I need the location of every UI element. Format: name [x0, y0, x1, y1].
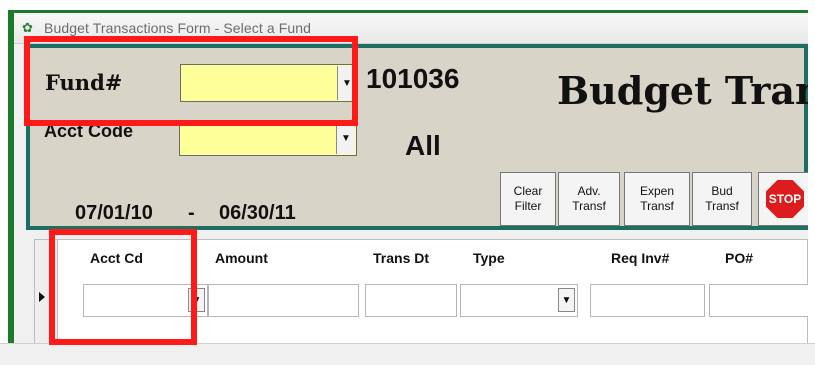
- bud-transfer-button[interactable]: Bud Transf: [692, 172, 752, 226]
- stop-button[interactable]: STOP: [758, 172, 808, 226]
- po-cell[interactable]: [709, 284, 808, 317]
- type-cell[interactable]: ▼: [460, 284, 578, 317]
- col-amount: Amount: [215, 250, 268, 266]
- fund-number: 101036: [366, 63, 460, 94]
- current-row-indicator: [39, 292, 45, 302]
- acct-filter-all: All: [405, 130, 441, 161]
- expen-transfer-label: Expen Transf: [639, 184, 675, 213]
- adv-transfer-button[interactable]: Adv. Transf: [558, 172, 620, 226]
- date-separator: -: [188, 202, 195, 224]
- col-trans-dt: Trans Dt: [373, 250, 430, 266]
- col-po: PO#: [725, 250, 754, 266]
- adv-transfer-label: Adv. Transf: [572, 184, 606, 213]
- req-inv-cell[interactable]: [590, 284, 705, 317]
- window-title: Budget Transactions Form - Select a Fund: [44, 20, 312, 36]
- page-title: Budget Tran: [557, 68, 808, 113]
- date-end: 06/30/11: [219, 202, 296, 224]
- amount-cell[interactable]: [208, 284, 359, 317]
- clear-filter-button[interactable]: Clear Filter: [500, 172, 556, 226]
- acct-code-combo[interactable]: ▼: [179, 121, 357, 156]
- acct-cd-highlight-box: [49, 229, 197, 345]
- chevron-down-icon[interactable]: ▼: [558, 288, 575, 312]
- col-type: Type: [473, 250, 505, 266]
- expen-transfer-button[interactable]: Expen Transf: [624, 172, 690, 226]
- stop-label: STOP: [768, 192, 802, 206]
- fund-highlight-box: [24, 36, 358, 126]
- app-icon: ✿: [22, 20, 33, 35]
- chevron-down-icon[interactable]: ▼: [336, 123, 355, 154]
- trans-dt-cell[interactable]: [365, 284, 457, 317]
- date-start: 07/01/10: [75, 202, 153, 224]
- col-req-inv: Req Inv#: [611, 250, 670, 266]
- stop-icon: STOP: [766, 180, 804, 218]
- status-strip: [0, 343, 815, 365]
- bud-transfer-label: Bud Transf: [705, 184, 739, 213]
- clear-filter-label: Clear Filter: [513, 184, 543, 213]
